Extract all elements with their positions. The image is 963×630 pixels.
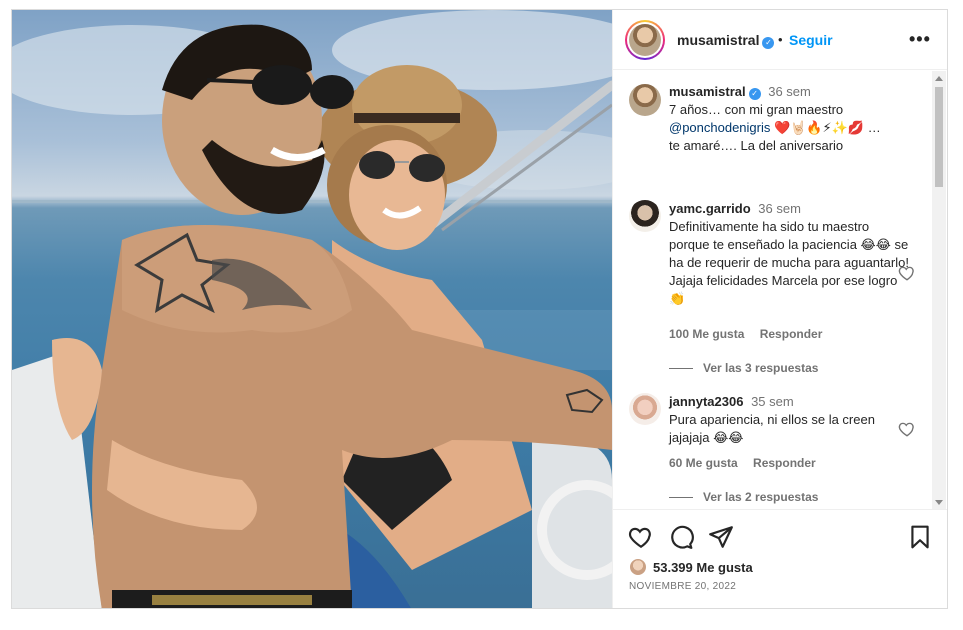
comment-icon[interactable] xyxy=(668,524,694,550)
comment-text: Definitivamente ha sido tu maestro porqu… xyxy=(669,219,909,306)
comment-meta: 100 Me gusta Responder xyxy=(669,327,834,341)
post-date: NOVIEMBRE 20, 2022 xyxy=(629,581,737,592)
comment-username[interactable]: yamc.garrido xyxy=(669,201,751,216)
more-options-icon[interactable]: ••• xyxy=(909,30,933,50)
comment-meta: 60 Me gusta Responder xyxy=(669,456,828,470)
comment-username[interactable]: jannyta2306 xyxy=(669,394,743,409)
comments-scrollbar[interactable] xyxy=(932,71,946,509)
verified-badge-icon: ✓ xyxy=(748,88,761,100)
instagram-post: musamistral ✓ • Seguir ••• musamistral ✓ 3… xyxy=(11,9,948,609)
reply-button[interactable]: Responder xyxy=(760,327,823,341)
comment-like-heart-icon[interactable] xyxy=(898,264,916,282)
photo-illustration xyxy=(12,10,612,608)
bookmark-icon[interactable] xyxy=(907,524,933,550)
comments-list[interactable]: musamistral ✓ 36 sem 7 años… con mi gran … xyxy=(613,71,947,509)
caption: musamistral ✓ 36 sem 7 años… con mi gran … xyxy=(669,83,909,155)
send-icon[interactable] xyxy=(708,524,734,550)
post-header: musamistral ✓ • Seguir ••• xyxy=(613,10,947,70)
caption-text-1: 7 años… con mi gran maestro xyxy=(669,102,844,117)
post-side-panel: musamistral ✓ • Seguir ••• musamistral ✓ 3… xyxy=(612,10,947,608)
verified-badge-icon: ✓ xyxy=(762,37,775,49)
liker-avatar xyxy=(629,558,647,576)
comment-likes[interactable]: 100 Me gusta xyxy=(669,327,744,341)
comment-time: 35 sem xyxy=(751,394,794,409)
comment: yamc.garrido 36 sem Definitivamente ha s… xyxy=(669,200,909,308)
post-actions: 53.399 Me gusta NOVIEMBRE 20, 2022 xyxy=(613,509,947,608)
caption-text-2: … xyxy=(867,120,881,135)
caption-username[interactable]: musamistral xyxy=(669,84,746,99)
reply-button[interactable]: Responder xyxy=(753,456,816,470)
header-username[interactable]: musamistral ✓ xyxy=(677,32,775,49)
scroll-up-arrow-icon[interactable] xyxy=(935,76,943,81)
post-photo[interactable] xyxy=(12,10,612,608)
separator-dot: • xyxy=(778,32,783,47)
caption-emojis: ❤️🤘🏻🔥⚡✨💋 xyxy=(774,120,865,135)
comment-avatar[interactable] xyxy=(629,200,661,232)
comment-text: Pura apariencia, ni ellos se la creen ja… xyxy=(669,412,875,445)
scroll-thumb[interactable] xyxy=(935,87,943,187)
comment-like-heart-icon[interactable] xyxy=(898,420,916,438)
view-replies-button[interactable]: Ver las 2 respuestas xyxy=(669,490,818,504)
likes-count[interactable]: 53.399 Me gusta xyxy=(653,560,753,575)
scroll-down-arrow-icon[interactable] xyxy=(935,500,943,505)
comment-time: 36 sem xyxy=(758,201,801,216)
story-ring[interactable] xyxy=(625,20,665,60)
follow-button[interactable]: Seguir xyxy=(789,32,833,48)
view-replies-button[interactable]: Ver las 3 respuestas xyxy=(669,361,818,375)
comment: jannyta2306 35 sem Pura apariencia, ni e… xyxy=(669,393,909,447)
comment-likes[interactable]: 60 Me gusta xyxy=(669,456,738,470)
caption-avatar[interactable] xyxy=(629,84,661,116)
heart-icon[interactable] xyxy=(628,524,654,550)
comment-avatar[interactable] xyxy=(629,393,661,425)
caption-mention[interactable]: @ponchodenigris xyxy=(669,120,770,135)
caption-time: 36 sem xyxy=(768,84,811,99)
avatar xyxy=(629,24,661,56)
caption-text-3: te amaré…. La del aniversario xyxy=(669,138,844,153)
